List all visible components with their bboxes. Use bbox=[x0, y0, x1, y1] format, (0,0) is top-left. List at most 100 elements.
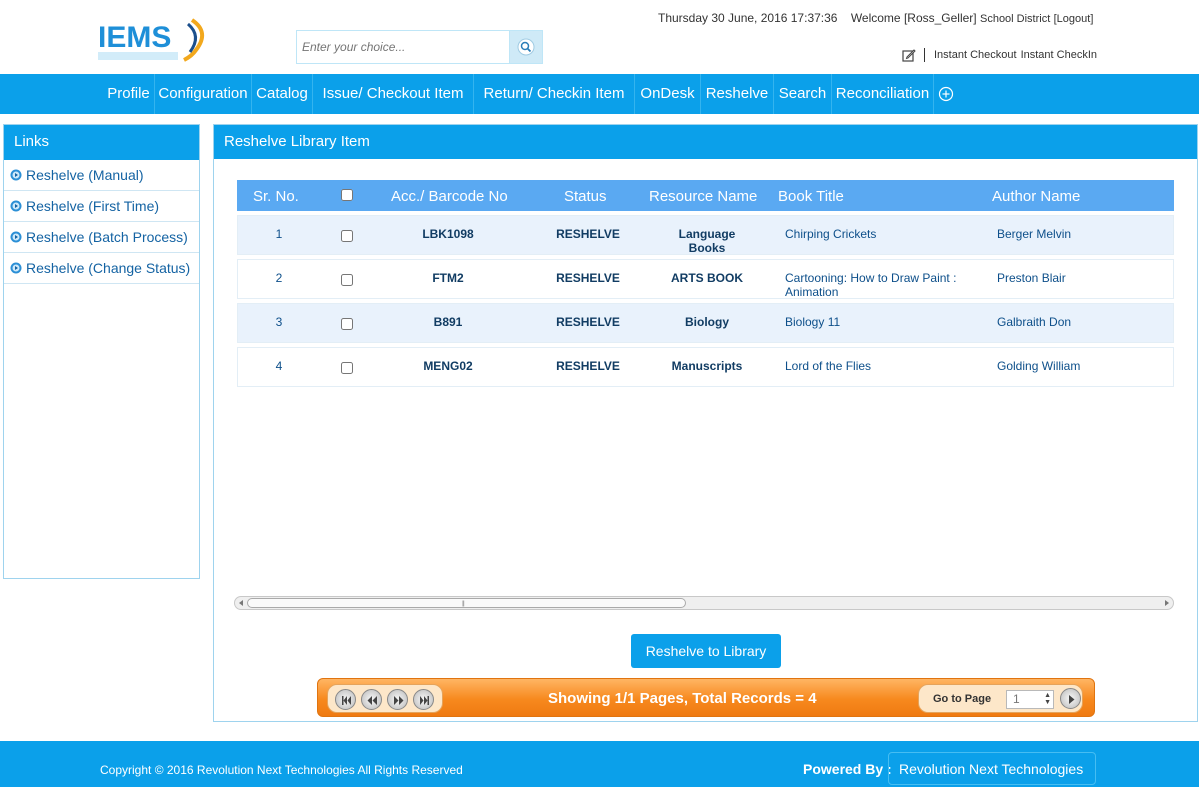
logout-link[interactable]: [Logout] bbox=[1054, 13, 1094, 25]
user-info: Thursday 30 June, 2016 17:37:36 Welcome … bbox=[658, 11, 1093, 25]
nav-item-issue-checkout[interactable]: Issue/ Checkout Item bbox=[313, 74, 474, 114]
search-button[interactable] bbox=[509, 31, 542, 63]
horizontal-scrollbar[interactable]: ||| bbox=[234, 596, 1174, 610]
cell-status: RESHELVE bbox=[556, 359, 620, 373]
cell-resource: Language Books bbox=[678, 227, 736, 255]
sidebar-item-reshelve-manual[interactable]: Reshelve (Manual) bbox=[4, 160, 199, 191]
nav-item-ondesk[interactable]: OnDesk bbox=[635, 74, 701, 114]
scroll-thumb[interactable]: ||| bbox=[247, 598, 686, 608]
table-row[interactable]: 1 LBK1098 RESHELVE Language Books Chirpi… bbox=[237, 215, 1174, 255]
last-page-button[interactable] bbox=[413, 689, 434, 710]
cell-sr: 4 bbox=[275, 359, 283, 373]
col-book-title: Book Title bbox=[778, 188, 844, 205]
row-checkbox[interactable] bbox=[341, 230, 353, 242]
row-checkbox[interactable] bbox=[341, 318, 353, 330]
goto-page-input[interactable]: 1 ▲ ▼ bbox=[1006, 690, 1054, 709]
arrow-bullet-icon bbox=[10, 262, 22, 274]
next-page-button[interactable] bbox=[387, 689, 408, 710]
search-box bbox=[296, 30, 543, 64]
footer: Copyright © 2016 Revolution Next Technol… bbox=[0, 741, 1199, 787]
sidebar: Links Reshelve (Manual) Reshelve (First … bbox=[3, 124, 200, 579]
arrow-bullet-icon bbox=[10, 200, 22, 212]
col-status: Status bbox=[564, 188, 607, 205]
goto-page-group: Go to Page 1 ▲ ▼ bbox=[918, 684, 1083, 713]
sidebar-item-label: Reshelve (Change Status) bbox=[26, 260, 191, 276]
quick-links: Instant Checkout Instant CheckIn bbox=[902, 47, 1097, 63]
page-title: Reshelve Library Item bbox=[214, 125, 1197, 159]
cell-title: Biology 11 bbox=[785, 315, 841, 329]
reshelve-grid: Sr. No. Acc./ Barcode No Status Resource… bbox=[237, 180, 1174, 387]
nav-item-search[interactable]: Search bbox=[774, 74, 832, 114]
instant-checkout-link[interactable]: Instant Checkout bbox=[934, 49, 1017, 61]
pager-info: Showing 1/1 Pages, Total Records = 4 bbox=[548, 690, 817, 707]
scroll-right-icon[interactable] bbox=[1163, 599, 1171, 607]
goto-page-label: Go to Page bbox=[933, 693, 992, 705]
prev-page-button[interactable] bbox=[361, 689, 382, 710]
table-row[interactable]: 3 B891 RESHELVE Biology Biology 11 Galbr… bbox=[237, 303, 1174, 343]
rewind-icon bbox=[367, 696, 377, 705]
cell-author: Berger Melvin bbox=[997, 227, 1072, 241]
cell-sr: 3 bbox=[275, 315, 283, 329]
first-page-button[interactable] bbox=[335, 689, 356, 710]
go-page-button[interactable] bbox=[1060, 688, 1081, 709]
cell-title: Cartooning: How to Draw Paint : Animatio… bbox=[785, 271, 957, 299]
nav-item-return-checkin[interactable]: Return/ Checkin Item bbox=[474, 74, 635, 114]
play-icon bbox=[1069, 695, 1075, 704]
cell-barcode: B891 bbox=[433, 315, 463, 329]
scroll-left-icon[interactable] bbox=[237, 599, 245, 607]
sidebar-item-reshelve-change-status[interactable]: Reshelve (Change Status) bbox=[4, 253, 199, 284]
sidebar-item-label: Reshelve (Manual) bbox=[26, 167, 144, 183]
nav-item-reshelve[interactable]: Reshelve bbox=[701, 74, 774, 114]
cell-resource: Manuscripts bbox=[671, 359, 743, 373]
pager-nav-group bbox=[327, 684, 443, 713]
search-input[interactable] bbox=[299, 33, 509, 61]
fast-forward-icon bbox=[394, 696, 404, 705]
sidebar-item-label: Reshelve (First Time) bbox=[26, 198, 160, 214]
sidebar-item-reshelve-first-time[interactable]: Reshelve (First Time) bbox=[4, 191, 199, 222]
nav-item-configuration[interactable]: Configuration bbox=[155, 74, 252, 114]
sidebar-item-reshelve-batch[interactable]: Reshelve (Batch Process) bbox=[4, 222, 199, 253]
cell-status: RESHELVE bbox=[556, 271, 620, 285]
nav-item-reconciliation[interactable]: Reconciliation bbox=[832, 74, 934, 114]
cell-barcode: LBK1098 bbox=[422, 227, 474, 241]
plus-circle-icon[interactable] bbox=[938, 86, 954, 102]
cell-title: Chirping Crickets bbox=[785, 227, 877, 241]
grid-header: Sr. No. Acc./ Barcode No Status Resource… bbox=[237, 180, 1174, 211]
divider bbox=[924, 48, 925, 62]
cell-barcode: MENG02 bbox=[423, 359, 473, 373]
nav-item-catalog[interactable]: Catalog bbox=[252, 74, 313, 114]
page-number-value: 1 bbox=[1013, 692, 1020, 706]
first-page-icon bbox=[342, 696, 351, 705]
nav-item-profile[interactable]: Profile bbox=[103, 74, 155, 114]
cell-author: Preston Blair bbox=[997, 271, 1066, 285]
svg-text:IEMS: IEMS bbox=[98, 21, 171, 54]
copyright-text: Copyright © 2016 Revolution Next Technol… bbox=[100, 763, 463, 777]
edit-icon[interactable] bbox=[902, 48, 916, 62]
row-checkbox[interactable] bbox=[341, 362, 353, 374]
table-row[interactable]: 4 MENG02 RESHELVE Manuscripts Lord of th… bbox=[237, 347, 1174, 387]
cell-barcode: FTM2 bbox=[432, 271, 464, 285]
row-checkbox[interactable] bbox=[341, 274, 353, 286]
last-page-icon bbox=[420, 696, 429, 705]
cell-resource: Biology bbox=[685, 315, 729, 329]
col-sr-no: Sr. No. bbox=[253, 188, 299, 205]
arrow-bullet-icon bbox=[10, 231, 22, 243]
welcome-text: Welcome [Ross_Geller] bbox=[850, 11, 977, 25]
cell-title: Lord of the Flies bbox=[785, 359, 872, 373]
col-barcode: Acc./ Barcode No bbox=[391, 188, 508, 205]
instant-checkin-link[interactable]: Instant CheckIn bbox=[1021, 49, 1097, 61]
spinner-icon[interactable]: ▲ ▼ bbox=[1044, 692, 1051, 706]
sidebar-title: Links bbox=[4, 125, 199, 160]
main-nav: Profile Configuration Catalog Issue/ Che… bbox=[0, 74, 1199, 114]
col-author-name: Author Name bbox=[992, 188, 1081, 205]
select-all-checkbox[interactable] bbox=[341, 189, 353, 201]
sidebar-item-label: Reshelve (Batch Process) bbox=[26, 229, 188, 245]
powered-by-link[interactable]: Revolution Next Technologies bbox=[888, 752, 1096, 785]
header: IEMS Thursday 30 June, 2016 17:37:36 Wel… bbox=[0, 0, 1199, 74]
iems-logo[interactable]: IEMS bbox=[96, 14, 214, 64]
reshelve-to-library-button[interactable]: Reshelve to Library bbox=[631, 634, 781, 668]
district-text: School District bbox=[979, 13, 1051, 25]
cell-sr: 1 bbox=[275, 227, 283, 241]
cell-status: RESHELVE bbox=[556, 315, 620, 329]
table-row[interactable]: 2 FTM2 RESHELVE ARTS BOOK Cartooning: Ho… bbox=[237, 259, 1174, 299]
